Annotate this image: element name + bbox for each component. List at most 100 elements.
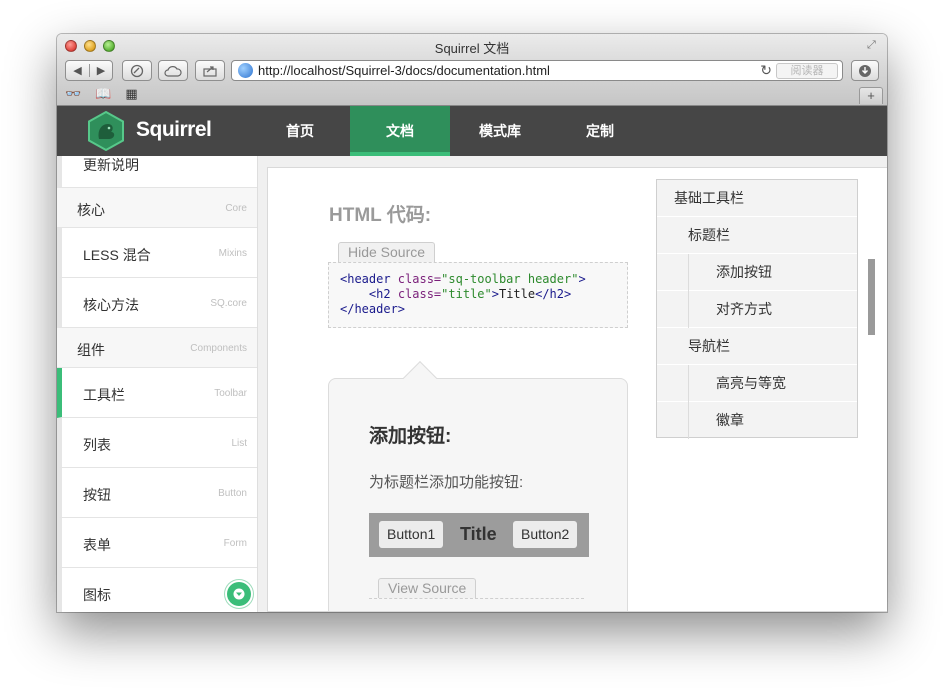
doc-content: HTML 代码: Hide Source <header class="sq-t… [267, 167, 887, 612]
demo-toolbar: Button1 Title Button2 [369, 513, 589, 557]
sidebar-item-label: 表单 [83, 537, 111, 553]
squirrel-logo-icon[interactable] [87, 111, 125, 151]
icloud-tabs-button[interactable] [158, 60, 188, 81]
top-sites-icon[interactable]: ▦ [125, 86, 137, 102]
sidebar-item-label: 图标 [83, 587, 111, 603]
code-line: </header> [340, 302, 627, 317]
toc-item-label: 徽章 [716, 412, 744, 428]
toc-item-label: 基础工具栏 [674, 190, 744, 206]
sidebar-item-label: 核心方法 [83, 297, 139, 313]
demo-button-2[interactable]: Button2 [513, 521, 578, 548]
table-of-contents: 基础工具栏 标题栏 添加按钮 对齐方式 导航栏 高亮与等宽 徽章 [656, 179, 858, 439]
sidebar-item-toolbar[interactable]: 工具栏 Toolbar [57, 368, 257, 418]
reader-button[interactable]: 阅读器 [776, 63, 838, 79]
nav-customize[interactable]: 定制 [550, 106, 650, 156]
nav-home[interactable]: 首页 [250, 106, 350, 156]
demo-toolbar-title: Title [460, 524, 497, 544]
site-logo-text[interactable]: Squirrel [136, 118, 212, 142]
toc-item-label: 添加按钮 [716, 264, 772, 280]
code-token: > [491, 287, 499, 301]
toc-item-label: 导航栏 [688, 338, 730, 354]
docs-sidebar: 更新说明 核心 Core LESS 混合 Mixins 核心方法 SQ.core… [57, 156, 258, 612]
toc-item-highlight-equal[interactable]: 高亮与等宽 [657, 365, 857, 402]
new-tab-button[interactable]: + [859, 87, 883, 104]
code-token: Title [498, 287, 536, 301]
sidebar-item-label: 更新说明 [83, 157, 139, 173]
reading-list-icon[interactable]: 👓 [65, 86, 81, 102]
toc-item-navbar[interactable]: 导航栏 [657, 328, 857, 365]
url-text[interactable]: http://localhost/Squirrel-3/docs/documen… [258, 63, 550, 78]
view-source-button[interactable]: View Source [378, 578, 477, 598]
sidebar-group-components: 组件 Components [57, 328, 257, 368]
sidebar-item-sqcore[interactable]: 核心方法 SQ.core [57, 278, 257, 328]
section-title: HTML 代码: [329, 205, 432, 226]
scroll-down-button[interactable] [227, 582, 251, 606]
browser-toolbar: Squirrel 文档 ⤢ ◀ ▶ http://localhost/Squir… [57, 34, 887, 106]
toc-indent-line [688, 291, 689, 328]
site-header: Squirrel 首页 文档 模式库 定制 [57, 106, 887, 156]
code-token: class= [397, 272, 442, 286]
code-token: class= [397, 287, 442, 301]
demo-description: 为标题栏添加功能按钮: [369, 474, 524, 491]
sidebar-item-mixins[interactable]: LESS 混合 Mixins [57, 228, 257, 278]
page-scrollbar[interactable] [868, 259, 875, 335]
share-icon [203, 65, 217, 77]
back-button[interactable]: ◀ [66, 64, 89, 77]
sidebar-item-sub: Toolbar [214, 388, 247, 399]
toc-item-badge[interactable]: 徽章 [657, 402, 857, 439]
code-token: </h2> [535, 287, 572, 301]
toc-indent-line [688, 402, 689, 439]
sidebar-item-button[interactable]: 按钮 Button [57, 468, 257, 518]
sidebar-item-label: 列表 [83, 437, 111, 453]
toc-item-label: 对齐方式 [716, 301, 772, 317]
sidebar-group-sub: Components [190, 343, 247, 354]
window-title: Squirrel 文档 [434, 41, 510, 56]
sidebar-item-sub: Mixins [218, 248, 247, 259]
demo-button-1[interactable]: Button1 [379, 521, 444, 548]
code-block: <header class="sq-toolbar header"> <h2 c… [328, 262, 628, 328]
code-line: <h2 class="title">Title</h2> [340, 287, 627, 302]
globe-icon [238, 63, 253, 78]
share-button[interactable] [195, 60, 225, 81]
back-forward-group: ◀ ▶ [65, 60, 113, 81]
toc-item-add-buttons[interactable]: 添加按钮 [657, 254, 857, 291]
sidebar-item-label: LESS 混合 [83, 247, 151, 263]
sidebar-group-label: 核心 [77, 202, 105, 218]
bookmarks-icon[interactable]: 📖 [95, 86, 111, 102]
toc-item-label: 标题栏 [688, 227, 730, 243]
forward-button[interactable]: ▶ [88, 64, 112, 77]
address-bar[interactable]: http://localhost/Squirrel-3/docs/documen… [231, 60, 843, 81]
bookmarks-bar: 👓 📖 ▦ [65, 86, 138, 102]
cloud-icon [164, 65, 182, 77]
sidebar-group-label: 组件 [77, 342, 105, 358]
sidebar-item-changelog[interactable]: 更新说明 [57, 156, 257, 188]
toc-item-basic-toolbar[interactable]: 基础工具栏 [657, 180, 857, 217]
browser-window: Squirrel 文档 ⤢ ◀ ▶ http://localhost/Squir… [57, 34, 887, 612]
toc-item-label: 高亮与等宽 [716, 375, 786, 391]
toc-indent-line [688, 254, 689, 291]
nav-patterns[interactable]: 模式库 [450, 106, 550, 156]
code-line: <header class="sq-toolbar header"> [340, 272, 627, 287]
hide-source-button[interactable]: Hide Source [338, 242, 436, 262]
toc-item-alignment[interactable]: 对齐方式 [657, 291, 857, 328]
code-token: "title" [441, 287, 492, 301]
history-icon [130, 64, 144, 77]
sidebar-item-form[interactable]: 表单 Form [57, 518, 257, 568]
demo-card: 添加按钮: 为标题栏添加功能按钮: Button1 Title Button2 … [328, 361, 628, 611]
sidebar-item-sub: Form [223, 538, 247, 549]
sidebar-item-list[interactable]: 列表 List [57, 418, 257, 468]
history-button[interactable] [122, 60, 152, 81]
code-token: <header [340, 272, 398, 286]
sidebar-item-sub: Button [218, 488, 247, 499]
demo-card-pointer [403, 361, 437, 395]
code-token: "sq-toolbar header" [441, 272, 579, 286]
toc-item-titlebar[interactable]: 标题栏 [657, 217, 857, 254]
reload-icon[interactable]: ↻ [760, 62, 772, 79]
sidebar-item-label: 按钮 [83, 487, 111, 503]
downloads-button[interactable] [851, 60, 879, 81]
sidebar-group-core: 核心 Core [57, 188, 257, 228]
fullscreen-icon[interactable]: ⤢ [867, 39, 881, 53]
nav-docs[interactable]: 文档 [350, 106, 450, 156]
chevron-down-icon [233, 588, 245, 600]
